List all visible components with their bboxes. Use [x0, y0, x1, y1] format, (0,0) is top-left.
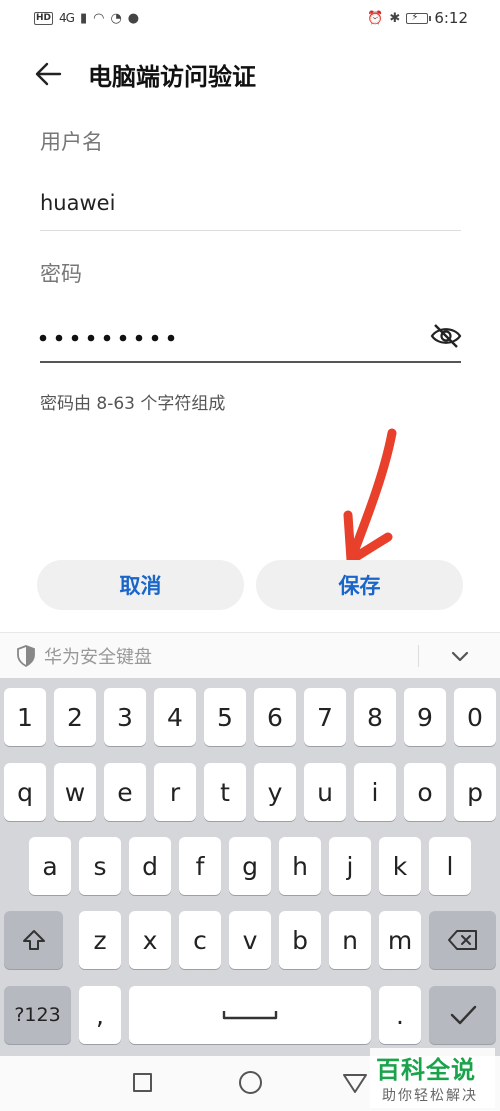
symbols-key[interactable]: ?123: [4, 986, 71, 1044]
key-3[interactable]: 3: [104, 688, 146, 746]
key-n[interactable]: n: [329, 911, 371, 969]
username-underline: [40, 230, 461, 231]
back-arrow-icon[interactable]: [30, 56, 66, 92]
cancel-button[interactable]: 取消: [37, 560, 244, 610]
key-o[interactable]: o: [404, 763, 446, 821]
status-left: HD 4G ▮ ◠ ◔ ●: [34, 11, 139, 26]
space-key[interactable]: [129, 986, 371, 1044]
key-a[interactable]: a: [29, 837, 71, 895]
key-j[interactable]: j: [329, 837, 371, 895]
key-g[interactable]: g: [229, 837, 271, 895]
status-time: 6:12: [434, 9, 468, 27]
username-field[interactable]: huawei: [40, 191, 115, 215]
status-bar: HD 4G ▮ ◠ ◔ ● ⏰ ✱ ⚡ 6:12: [0, 0, 500, 36]
recents-square-icon[interactable]: [133, 1073, 152, 1092]
home-circle-icon[interactable]: [239, 1071, 262, 1094]
key-f[interactable]: f: [179, 837, 221, 895]
key-1[interactable]: 1: [4, 688, 46, 746]
key-i[interactable]: i: [354, 763, 396, 821]
wifi-icon: ◠: [93, 10, 105, 26]
key-k[interactable]: k: [379, 837, 421, 895]
key-7[interactable]: 7: [304, 688, 346, 746]
shift-icon: [22, 930, 45, 950]
comma-key[interactable]: ,: [79, 986, 121, 1044]
app-notification-icon: ◔: [110, 10, 122, 26]
back-triangle-icon[interactable]: [342, 1072, 368, 1094]
backspace-icon: [447, 930, 477, 950]
space-bar-icon: [222, 1011, 278, 1020]
key-e[interactable]: e: [104, 763, 146, 821]
battery-icon: ⚡: [406, 12, 432, 24]
keyboard-title: 华为安全键盘: [44, 646, 152, 668]
key-2[interactable]: 2: [54, 688, 96, 746]
key-q[interactable]: q: [4, 763, 46, 821]
shift-key[interactable]: [4, 911, 63, 969]
key-b[interactable]: b: [279, 911, 321, 969]
key-r[interactable]: r: [154, 763, 196, 821]
key-d[interactable]: d: [129, 837, 171, 895]
watermark: 百科全说 助你轻松解决: [370, 1048, 495, 1108]
alarm-icon: ⏰: [367, 10, 384, 26]
key-8[interactable]: 8: [354, 688, 396, 746]
wechat-icon: ●: [127, 10, 140, 26]
watermark-title: 百科全说: [376, 1056, 476, 1084]
password-field[interactable]: [38, 322, 178, 359]
shield-icon: [17, 644, 35, 667]
hd-badge: HD: [34, 11, 54, 25]
bluetooth-icon: ✱: [389, 10, 401, 26]
password-label: 密码: [40, 262, 82, 286]
header: 电脑端访问验证: [30, 52, 256, 96]
key-p[interactable]: p: [454, 763, 496, 821]
key-y[interactable]: y: [254, 763, 296, 821]
key-u[interactable]: u: [304, 763, 346, 821]
password-mask: [39, 334, 175, 342]
password-underline: [40, 361, 461, 363]
key-c[interactable]: c: [179, 911, 221, 969]
show-password-eye-icon[interactable]: [430, 322, 464, 352]
key-v[interactable]: v: [229, 911, 271, 969]
key-0[interactable]: 0: [454, 688, 496, 746]
status-right: ⏰ ✱ ⚡ 6:12: [367, 9, 468, 27]
key-6[interactable]: 6: [254, 688, 296, 746]
username-label: 用户名: [40, 130, 103, 154]
network-type: 4G: [59, 11, 75, 25]
period-key[interactable]: .: [379, 986, 421, 1044]
key-m[interactable]: m: [379, 911, 421, 969]
backspace-key[interactable]: [429, 911, 496, 969]
chevron-down-icon[interactable]: [448, 644, 472, 668]
keyboard: 1 2 3 4 5 6 7 8 9 0 q w e r t y u i o p …: [0, 678, 500, 1056]
key-w[interactable]: w: [54, 763, 96, 821]
key-h[interactable]: h: [279, 837, 321, 895]
watermark-subtitle: 助你轻松解决: [382, 1088, 478, 1104]
red-arrow-annotation: [330, 425, 410, 575]
key-9[interactable]: 9: [404, 688, 446, 746]
key-4[interactable]: 4: [154, 688, 196, 746]
enter-key[interactable]: [429, 986, 496, 1044]
keyboard-header-divider: [418, 645, 419, 667]
password-hint: 密码由 8-63 个字符组成: [40, 394, 226, 414]
key-z[interactable]: z: [79, 911, 121, 969]
signal-icon: ▮: [79, 10, 88, 26]
keyboard-header: 华为安全键盘: [0, 632, 500, 678]
key-l[interactable]: l: [429, 837, 471, 895]
save-button[interactable]: 保存: [256, 560, 463, 610]
key-s[interactable]: s: [79, 837, 121, 895]
checkmark-icon: [450, 1005, 476, 1025]
key-t[interactable]: t: [204, 763, 246, 821]
key-x[interactable]: x: [129, 911, 171, 969]
key-5[interactable]: 5: [204, 688, 246, 746]
page-title: 电脑端访问验证: [88, 62, 256, 91]
